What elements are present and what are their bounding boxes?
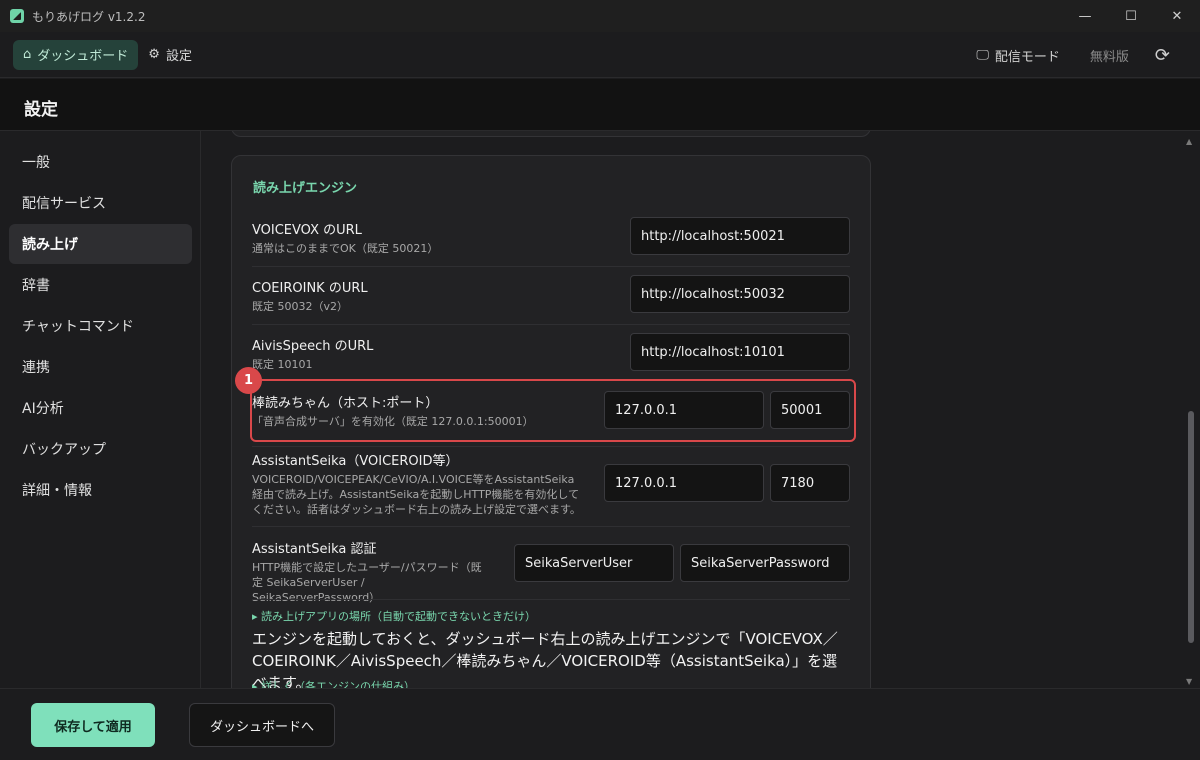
- refresh-icon[interactable]: ⟳: [1155, 45, 1170, 66]
- aivis-url-input[interactable]: http://localhost:10101: [630, 333, 850, 371]
- settings-content: 読み上げエンジン VOICEVOX のURL 通常はこのままでOK（既定 500…: [202, 131, 1200, 688]
- footer-bar: 保存して適用 ダッシュボードへ: [0, 688, 1200, 760]
- divider: [252, 324, 850, 325]
- sidebar-item-details-info[interactable]: 詳細・情報: [9, 470, 192, 510]
- sidebar-item-integration[interactable]: 連携: [9, 347, 192, 387]
- section-title: 読み上げエンジン: [253, 181, 358, 196]
- coeiroink-url-input[interactable]: http://localhost:50032: [630, 275, 850, 313]
- close-button[interactable]: ✕: [1154, 0, 1200, 32]
- settings-nav-label: 設定: [165, 49, 192, 64]
- title-bar: もりあげログ v1.2.2 — ☐ ✕: [0, 0, 1200, 32]
- page-title: 設定: [24, 100, 58, 120]
- divider: [252, 526, 850, 527]
- dashboard-nav-button[interactable]: ⌂ ダッシュボード: [13, 39, 139, 70]
- home-icon: ⌂: [23, 47, 32, 62]
- page-header: 設定: [0, 79, 1200, 131]
- scrollbar-thumb[interactable]: [1188, 411, 1194, 643]
- divider: [252, 446, 850, 447]
- seika-host-input[interactable]: 127.0.0.1: [604, 464, 764, 502]
- broadcast-mode-button[interactable]: 🖵 配信モード: [976, 46, 1060, 65]
- free-edition-label[interactable]: 無料版: [1090, 46, 1129, 65]
- top-navigation: ⌂ ダッシュボード ⚙ 設定 🖵 配信モード 無料版 ⟳: [0, 32, 1200, 78]
- seika-user-input[interactable]: SeikaServerUser: [514, 544, 674, 582]
- app-location-toggle[interactable]: ▸ 読み上げアプリの場所（自動で起動できないときだけ）: [252, 608, 536, 624]
- broadcast-mode-label: 配信モード: [994, 49, 1060, 65]
- maximize-button[interactable]: ☐: [1108, 0, 1154, 32]
- minimize-button[interactable]: —: [1062, 0, 1108, 32]
- scroll-down-arrow-icon[interactable]: ▼: [1186, 677, 1194, 686]
- gear-icon: ⚙: [148, 47, 160, 62]
- previous-card: [231, 131, 871, 137]
- seika-password-input[interactable]: SeikaServerPassword: [680, 544, 850, 582]
- scroll-up-arrow-icon[interactable]: ▲: [1186, 137, 1194, 146]
- sidebar-item-streaming-service[interactable]: 配信サービス: [9, 183, 192, 223]
- sidebar-item-dictionary[interactable]: 辞書: [9, 265, 192, 305]
- settings-nav-button[interactable]: ⚙ 設定: [138, 40, 202, 70]
- seika-desc: VOICEROID/VOICEPEAK/CeVIO/A.I.VOICE等をAss…: [252, 473, 581, 516]
- to-dashboard-button[interactable]: ダッシュボードへ: [189, 703, 335, 747]
- window-title: もりあげログ v1.2.2: [32, 9, 146, 24]
- engine-details-toggle[interactable]: ▸ 詳しく（各エンジンの仕組み）: [252, 678, 415, 688]
- sidebar-item-read-aloud[interactable]: 読み上げ: [9, 224, 192, 264]
- callout-badge: 1: [235, 367, 262, 394]
- voicevox-url-input[interactable]: http://localhost:50021: [630, 217, 850, 255]
- sidebar-item-chat-command[interactable]: チャットコマンド: [9, 306, 192, 346]
- save-apply-button[interactable]: 保存して適用: [31, 703, 155, 747]
- app-logo-icon: [10, 9, 24, 23]
- window-controls: — ☐ ✕: [1062, 0, 1200, 32]
- divider: [252, 266, 850, 267]
- sidebar-item-general[interactable]: 一般: [9, 142, 192, 182]
- settings-sidebar: 一般 配信サービス 読み上げ 辞書 チャットコマンド 連携 AI分析 バックアッ…: [0, 131, 201, 688]
- bouyomi-highlight: [250, 379, 856, 442]
- monitor-icon: 🖵: [976, 47, 989, 63]
- divider: [252, 599, 850, 600]
- dashboard-nav-label: ダッシュボード: [37, 49, 129, 64]
- sidebar-item-backup[interactable]: バックアップ: [9, 429, 192, 469]
- sidebar-item-ai-analysis[interactable]: AI分析: [9, 388, 192, 428]
- seika-port-input[interactable]: 7180: [770, 464, 850, 502]
